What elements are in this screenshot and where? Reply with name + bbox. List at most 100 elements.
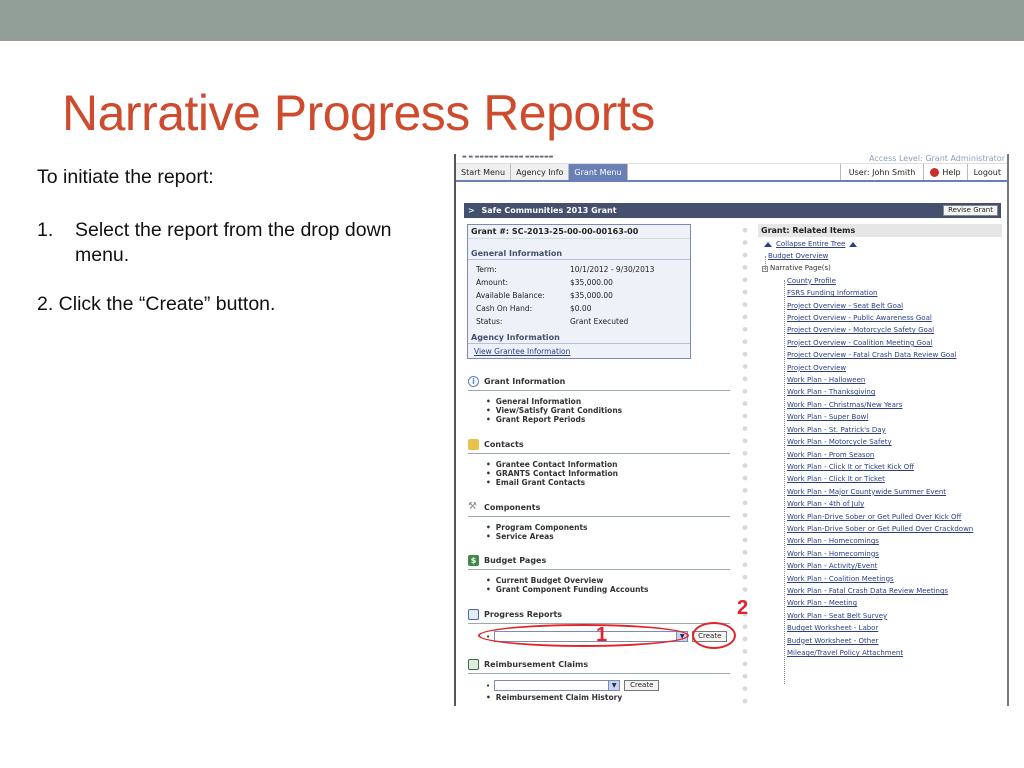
tree-item[interactable]: County Profile: [762, 275, 1002, 287]
tree-item[interactable]: Work Plan - Motorcycle Safety: [762, 436, 1002, 448]
tree-item-narrative-pages[interactable]: − Narrative Page(s): [762, 262, 1002, 274]
list-item[interactable]: • Reimbursement Claim History: [486, 693, 730, 702]
section-title: Grant Information: [484, 377, 566, 386]
progress-reports-section: Progress Reports: [468, 609, 730, 624]
access-level-text: Access Level: Grant Administrator: [869, 154, 1005, 163]
list-item[interactable]: • Current Budget Overview: [486, 576, 730, 585]
list-item[interactable]: • Email Grant Contacts: [486, 478, 730, 487]
contacts-section: Contacts • Grantee Contact Information • G…: [468, 439, 730, 487]
tab-grant-menu[interactable]: Grant Menu: [569, 164, 628, 180]
grant-title-bar: > Safe Communities 2013 Grant Revise Gra…: [464, 203, 1001, 218]
tree-item[interactable]: Mileage/Travel Policy Attachment: [762, 647, 1002, 659]
instruction-step-2: 2. Click the “Create” button.: [37, 292, 276, 315]
list-item[interactable]: • Grant Report Periods: [486, 415, 730, 424]
tree-item[interactable]: Work Plan - Meeting: [762, 597, 1002, 609]
tree-item[interactable]: Work Plan - Homecomings: [762, 548, 1002, 560]
wrench-icon: ⚒: [468, 501, 477, 512]
tree-item[interactable]: Project Overview - Coalition Meeting Goa…: [762, 337, 1002, 349]
tree-item[interactable]: Work Plan - Super Bowl: [762, 411, 1002, 423]
collapse-tree-link[interactable]: Collapse Entire Tree: [776, 240, 845, 248]
reimbursement-history-list: • Reimbursement Claim History: [468, 693, 730, 702]
app-nav-bar: Start Menu Agency Info Grant Menu User: …: [456, 164, 1007, 182]
reimbursement-select[interactable]: ▼: [494, 680, 621, 691]
tree-item[interactable]: Project Overview - Fatal Crash Data Revi…: [762, 349, 1002, 361]
collapse-tree-control[interactable]: Collapse Entire Tree: [764, 240, 1002, 248]
help-label: Help: [942, 167, 961, 177]
grant-number: Grant #: SC-2013-25-00-00-00163-00: [468, 225, 690, 239]
annotation-number-1: 1: [596, 624, 608, 646]
tree-item[interactable]: Work Plan - Click It or Ticket: [762, 473, 1002, 485]
list-item[interactable]: • Grant Component Funding Accounts: [486, 585, 730, 594]
tree-item[interactable]: Project Overview - Seat Belt Goal: [762, 300, 1002, 312]
list-item[interactable]: • Service Areas: [486, 532, 730, 541]
tree-item[interactable]: Work Plan - Seat Belt Survey: [762, 610, 1002, 622]
tree-item[interactable]: Work Plan - Christmas/New Years: [762, 399, 1002, 411]
collapse-minus-icon[interactable]: −: [762, 266, 768, 273]
claims-icon: [468, 659, 479, 670]
reimbursement-controls: • ▼ Create: [486, 680, 660, 691]
section-title: Progress Reports: [484, 610, 563, 619]
tree-item[interactable]: Work Plan - Coalition Meetings: [762, 573, 1002, 585]
collapse-up-icon: [849, 241, 858, 247]
tree-item[interactable]: Work Plan - Major Countywide Summer Even…: [762, 486, 1002, 498]
list-item[interactable]: • General Information: [486, 397, 730, 406]
view-grantee-link[interactable]: View Grantee Information: [468, 344, 690, 359]
collapse-up-icon: [764, 241, 772, 247]
tab-agency-info[interactable]: Agency Info: [511, 164, 570, 180]
tree-item[interactable]: Work Plan-Drive Sober or Get Pulled Over…: [762, 523, 1002, 535]
tree-item[interactable]: Budget Worksheet - Labor: [762, 622, 1002, 634]
tree-item[interactable]: Work Plan - 4th of July: [762, 498, 1002, 510]
report-icon: [468, 609, 479, 620]
tree-item[interactable]: Work Plan - Thanksgiving: [762, 386, 1002, 398]
list-item[interactable]: • GRANTS Contact Information: [486, 469, 730, 478]
tree-item[interactable]: Work Plan - Homecomings: [762, 535, 1002, 547]
tree-item[interactable]: Work Plan-Drive Sober or Get Pulled Over…: [762, 511, 1002, 523]
related-items-panel: Grant: Related Items Collapse Entire Tre…: [758, 224, 1002, 684]
tree-item[interactable]: Project Overview - Motorcycle Safety Goa…: [762, 324, 1002, 336]
grant-summary-box: Grant #: SC-2013-25-00-00-00163-00 Gener…: [467, 224, 691, 359]
chevron-right-icon: >: [468, 206, 475, 215]
step-1-text: Select the report from the drop down men…: [75, 218, 392, 266]
tree-item[interactable]: Budget Worksheet - Other: [762, 635, 1002, 647]
tree-item[interactable]: Work Plan - Halloween: [762, 374, 1002, 386]
list-item[interactable]: • Program Components: [486, 523, 730, 532]
list-item[interactable]: • Grantee Contact Information: [486, 460, 730, 469]
general-info-heading: General Information: [468, 246, 690, 260]
column-divider: [742, 224, 748, 704]
related-items-heading: Grant: Related Items: [758, 224, 1002, 237]
revise-grant-button[interactable]: Revise Grant: [943, 205, 998, 216]
chevron-down-icon[interactable]: ▼: [608, 681, 620, 690]
tree-item[interactable]: Work Plan - Fatal Crash Data Review Meet…: [762, 585, 1002, 597]
info-icon: i: [468, 376, 479, 387]
slide-title: Narrative Progress Reports: [62, 85, 655, 141]
instructions-intro: To initiate the report:: [37, 166, 214, 188]
tree-item[interactable]: FSRS Funding Information: [762, 287, 1002, 299]
step-1-number: 1.: [37, 218, 54, 241]
list-item[interactable]: • View/Satisfy Grant Conditions: [486, 406, 730, 415]
tree-item-budget-overview[interactable]: Budget Overview: [762, 250, 1002, 262]
tree-item[interactable]: Project Overview - Public Awareness Goal: [762, 312, 1002, 324]
tab-start-menu[interactable]: Start Menu: [456, 164, 512, 180]
instructions: To initiate the report: 1. Select the re…: [37, 165, 437, 317]
section-title: Reimbursement Claims: [484, 660, 589, 669]
create-claim-button[interactable]: Create: [624, 680, 660, 691]
tree-item[interactable]: Work Plan - Activity/Event: [762, 560, 1002, 572]
tree-item[interactable]: Work Plan - Prom Season: [762, 449, 1002, 461]
app-screenshot: ▬ ▬ ▬▬▬▬▬ ▬▬▬▬▬ ▬▬▬▬▬▬ Access Level: Gra…: [454, 154, 1009, 706]
section-title: Components: [484, 503, 541, 512]
help-button[interactable]: Help: [923, 164, 966, 180]
app-header-strip: ▬ ▬ ▬▬▬▬▬ ▬▬▬▬▬ ▬▬▬▬▬▬ Access Level: Gra…: [456, 154, 1007, 164]
reimbursement-claims-section: Reimbursement Claims: [468, 659, 730, 674]
agency-info-heading: Agency Information: [468, 330, 690, 344]
section-title: Budget Pages: [484, 556, 547, 565]
table-row: Available Balance: $35,000.00: [476, 291, 613, 300]
tree-item[interactable]: Work Plan - St. Patrick's Day: [762, 424, 1002, 436]
grant-title: Safe Communities 2013 Grant: [481, 206, 617, 215]
grant-information-section: i Grant Information • General Information…: [468, 376, 730, 424]
money-icon: $: [468, 555, 479, 566]
tree-item[interactable]: Project Overview: [762, 362, 1002, 374]
help-icon: [930, 167, 940, 177]
logout-button[interactable]: Logout: [966, 164, 1007, 180]
tree-item[interactable]: Work Plan - Click It or Ticket Kick Off: [762, 461, 1002, 473]
instruction-step-1: 1. Select the report from the drop down …: [37, 218, 437, 268]
